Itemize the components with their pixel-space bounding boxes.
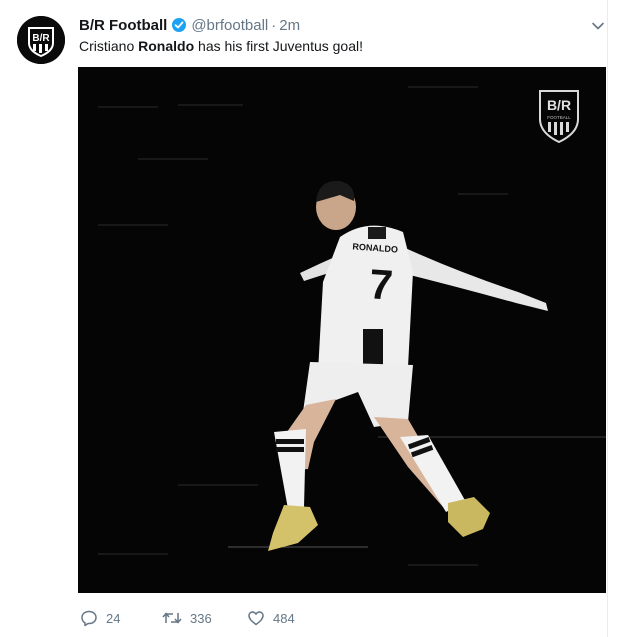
- tweet-text-after: has his first Juventus goal!: [194, 38, 364, 54]
- like-count: 484: [273, 610, 295, 626]
- avatar-logo-text: B/R: [32, 33, 50, 44]
- tweet-media[interactable]: B/R FOOTBALL RONALDO 7: [78, 67, 606, 593]
- timestamp[interactable]: 2m: [279, 17, 300, 34]
- handle[interactable]: @brfootball: [191, 17, 268, 34]
- chevron-down-icon[interactable]: [590, 18, 606, 34]
- retweet-button[interactable]: 336: [162, 609, 247, 627]
- tweet-text: Cristiano Ronaldo has his first Juventus…: [79, 38, 363, 54]
- tweet-actions: 24 336 484: [80, 607, 295, 629]
- avatar[interactable]: B/R: [17, 16, 65, 64]
- tweet-text-bold: Ronaldo: [138, 38, 195, 54]
- heart-icon: [248, 611, 264, 626]
- watermark-text: B/R: [547, 97, 571, 113]
- reply-icon: [81, 610, 97, 627]
- tweet-text-before: Cristiano: [79, 38, 139, 54]
- media-image: B/R FOOTBALL RONALDO 7: [78, 67, 606, 593]
- display-name[interactable]: B/R Football: [79, 17, 167, 34]
- watermark-sub: FOOTBALL: [547, 115, 571, 120]
- reply-count: 24: [106, 610, 121, 626]
- separator: ·: [271, 16, 277, 34]
- tweet-header: B/R Football @brfootball · 2m: [79, 15, 600, 35]
- retweet-icon: [162, 612, 182, 624]
- reply-button[interactable]: 24: [80, 609, 162, 627]
- br-logo-icon: B/R: [17, 16, 65, 64]
- jersey-number: 7: [368, 260, 395, 309]
- verified-badge-icon: [171, 17, 187, 33]
- like-button[interactable]: 484: [247, 609, 295, 627]
- tweet-card[interactable]: B/R B/R Football @brfootball · 2m Cristi…: [0, 0, 620, 637]
- retweet-count: 336: [190, 610, 212, 626]
